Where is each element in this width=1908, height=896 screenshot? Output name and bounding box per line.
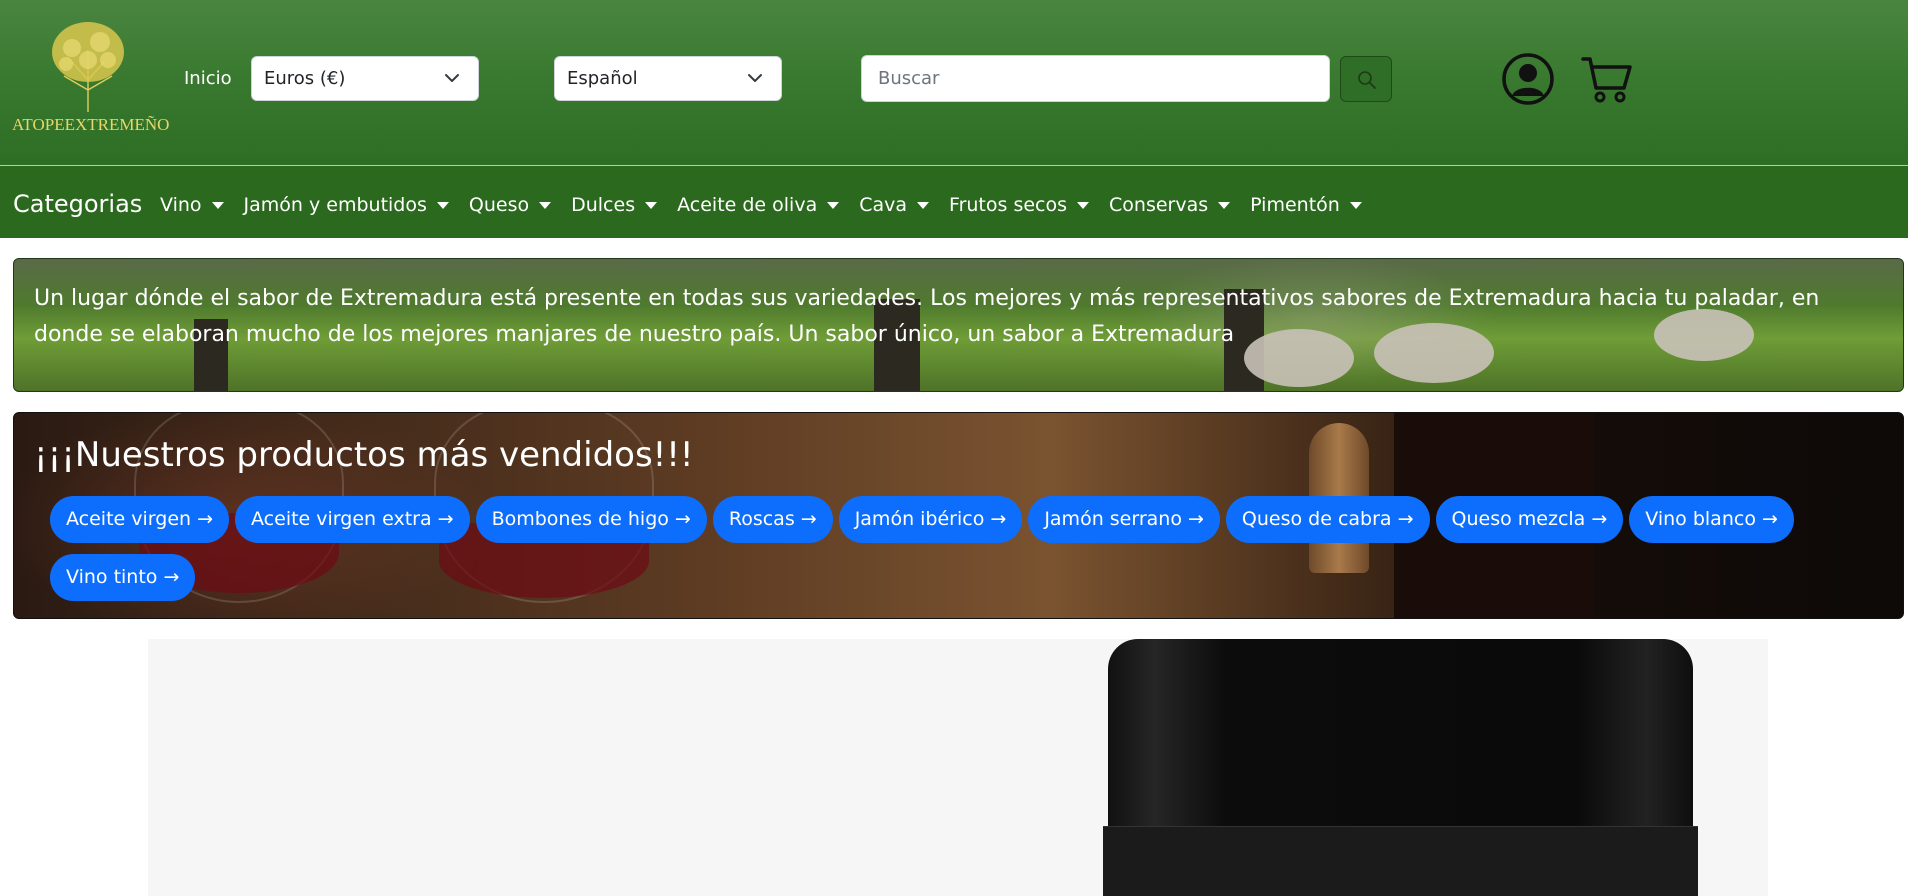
category-queso[interactable]: Queso <box>468 194 552 216</box>
category-label: Conservas <box>1109 194 1209 216</box>
logo-text: ATOPEEXTREMEÑO <box>12 115 170 134</box>
category-label: Pimentón <box>1250 194 1340 216</box>
category-label: Aceite de oliva <box>677 194 818 216</box>
category-menu: Vino Jamón y embutidos Queso Dulces Acei… <box>160 194 1382 216</box>
product-carousel[interactable] <box>148 639 1768 896</box>
intro-text: Un lugar dónde el sabor de Extremadura e… <box>34 286 1820 347</box>
bottle-label-image <box>1103 826 1698 896</box>
bestsellers-section: ¡¡¡Nuestros productos más vendidos!!! Ac… <box>13 412 1904 619</box>
caret-down-icon <box>436 201 449 209</box>
caret-down-icon <box>211 201 224 209</box>
product-button-jamon-iberico[interactable]: Jamón ibérico → <box>838 496 1023 543</box>
category-label: Queso <box>468 194 530 216</box>
category-conservas[interactable]: Conservas <box>1109 194 1231 216</box>
currency-select[interactable]: Euros (€) <box>251 56 479 101</box>
product-button-vino-tinto[interactable]: Vino tinto → <box>50 554 196 601</box>
chevron-down-icon <box>748 74 762 82</box>
category-label: Jamón y embutidos <box>243 194 427 216</box>
category-cava[interactable]: Cava <box>859 194 930 216</box>
product-button-queso-mezcla[interactable]: Queso mezcla → <box>1435 496 1624 543</box>
category-label: Cava <box>859 194 908 216</box>
category-label: Vino <box>160 194 202 216</box>
site-logo[interactable]: ATOPEEXTREMEÑO <box>12 20 170 138</box>
category-pimenton[interactable]: Pimentón <box>1250 194 1362 216</box>
search-button[interactable] <box>1340 56 1392 102</box>
chevron-down-icon <box>445 74 459 82</box>
product-button-vino-blanco[interactable]: Vino blanco → <box>1629 496 1794 543</box>
currency-select-value: Euros (€) <box>264 68 346 89</box>
search-icon <box>1358 71 1376 89</box>
category-jamon-y-embutidos[interactable]: Jamón y embutidos <box>244 194 449 216</box>
search-input[interactable]: Buscar <box>861 55 1330 102</box>
caret-down-icon <box>539 201 552 209</box>
category-frutos-secos[interactable]: Frutos secos <box>949 194 1090 216</box>
category-vino[interactable]: Vino <box>160 194 224 216</box>
intro-banner: Un lugar dónde el sabor de Extremadura e… <box>13 258 1904 392</box>
cart-icon[interactable] <box>1580 52 1634 106</box>
categories-title: Categorias <box>13 190 143 218</box>
caret-down-icon <box>827 201 840 209</box>
caret-down-icon <box>1218 201 1231 209</box>
user-icon[interactable] <box>1501 52 1555 106</box>
category-label: Dulces <box>571 194 636 216</box>
language-select-value: Español <box>567 68 638 89</box>
caret-down-icon <box>645 201 658 209</box>
caret-down-icon <box>1349 201 1362 209</box>
product-button-queso-de-cabra[interactable]: Queso de cabra → <box>1225 496 1430 543</box>
category-dulces[interactable]: Dulces <box>571 194 658 216</box>
tree-logo-icon <box>52 22 124 112</box>
product-button-bombones-de-higo[interactable]: Bombones de higo → <box>475 496 707 543</box>
site-header: ATOPEEXTREMEÑO Inicio Euros (€) Español … <box>0 0 1908 166</box>
category-aceite-de-oliva[interactable]: Aceite de oliva <box>677 194 840 216</box>
search-placeholder: Buscar <box>878 68 940 89</box>
caret-down-icon <box>917 201 930 209</box>
bestsellers-title: ¡¡¡Nuestros productos más vendidos!!! <box>34 435 694 475</box>
product-button-roscas[interactable]: Roscas → <box>712 496 833 543</box>
product-button-aceite-virgen-extra[interactable]: Aceite virgen extra → <box>235 496 470 543</box>
category-label: Frutos secos <box>949 194 1068 216</box>
caret-down-icon <box>1077 201 1090 209</box>
language-select[interactable]: Español <box>554 56 782 101</box>
nav-home-link[interactable]: Inicio <box>184 68 232 89</box>
bestsellers-buttons: Aceite virgen → Aceite virgen extra → Bo… <box>50 496 1870 601</box>
category-nav: Categorias Vino Jamón y embutidos Queso … <box>0 166 1908 238</box>
product-button-aceite-virgen[interactable]: Aceite virgen → <box>50 496 230 543</box>
product-button-jamon-serrano[interactable]: Jamón serrano → <box>1028 496 1220 543</box>
